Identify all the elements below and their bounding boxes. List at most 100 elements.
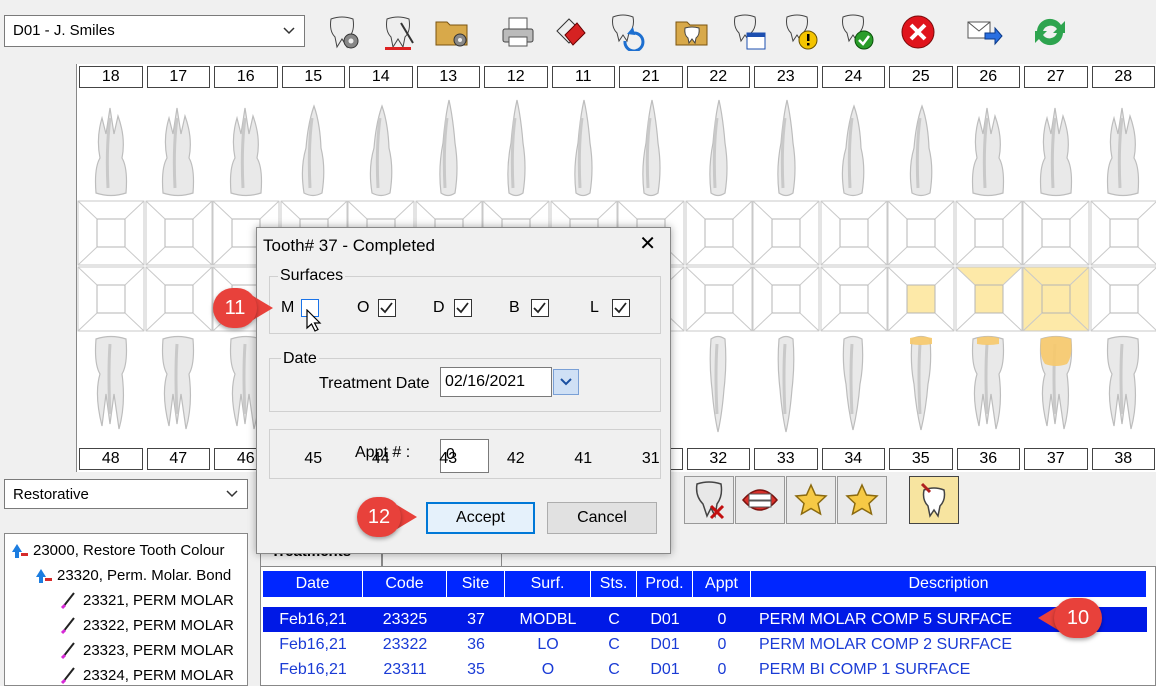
close-icon[interactable]: ✕ [639, 234, 656, 254]
surface-l-checkbox[interactable] [612, 299, 630, 317]
sync-arrows-button[interactable] [1028, 12, 1072, 52]
surface-cell-18[interactable] [77, 200, 145, 266]
tooth-number-13[interactable]: 13 [415, 64, 483, 90]
column-header-code[interactable]: Code [363, 571, 447, 597]
tooth-calendar-button[interactable] [726, 12, 770, 52]
surface-cell-32[interactable] [685, 266, 752, 332]
tooth-13[interactable] [415, 90, 483, 198]
table-row[interactable]: Feb16,21 23325 37 MODBL C D01 0 PERM MOLAR COMP… [262, 606, 1148, 633]
tooth-number-33[interactable]: 33 [752, 446, 820, 472]
surface-cell-27[interactable] [1022, 200, 1090, 266]
column-header-date[interactable]: Date [263, 571, 363, 597]
tooth-33[interactable] [752, 332, 820, 436]
accept-button[interactable]: Accept [426, 502, 535, 534]
tooth-warning-button[interactable] [778, 12, 822, 52]
tooth-12[interactable] [482, 90, 550, 198]
provider-select[interactable]: D01 - J. Smiles [4, 15, 305, 47]
favorite-button[interactable] [786, 476, 836, 524]
category-select[interactable]: Restorative [4, 479, 248, 509]
tooth-37[interactable] [1022, 332, 1090, 436]
tooth-47[interactable] [145, 332, 213, 436]
tooth-refresh-button[interactable] [604, 12, 648, 52]
surface-cell-23[interactable] [752, 200, 820, 266]
tree-item[interactable]: 23321, PERM MOLAR [59, 588, 234, 612]
edit-tooth-button[interactable] [909, 476, 959, 524]
surface-cell-35[interactable] [887, 266, 955, 332]
tooth-number-35[interactable]: 35 [887, 446, 955, 472]
tree-item[interactable]: 23322, PERM MOLAR [59, 613, 234, 637]
tree-item[interactable]: 23320, Perm. Molar. Bond [33, 563, 231, 587]
tooth-number-25[interactable]: 25 [887, 64, 955, 90]
surface-o-checkbox[interactable] [378, 299, 396, 317]
tooth-number-28[interactable]: 28 [1090, 64, 1156, 90]
remove-tooth-button[interactable] [684, 476, 734, 524]
tooth-35[interactable] [887, 332, 955, 436]
tooth-number-32[interactable]: 32 [685, 446, 753, 472]
procedure-tree[interactable]: 23000, Restore Tooth Colour 23320, Perm.… [4, 533, 248, 686]
column-header-sts[interactable]: Sts. [591, 571, 637, 597]
tooth-36[interactable] [955, 332, 1023, 436]
tooth-27[interactable] [1022, 90, 1090, 198]
tooth-number-16[interactable]: 16 [212, 64, 280, 90]
treatment-date-input[interactable]: 02/16/2021 [440, 367, 552, 397]
tooth-number-11[interactable]: 11 [550, 64, 618, 90]
tooth-number-47[interactable]: 47 [145, 446, 213, 472]
tooth-21[interactable] [617, 90, 685, 198]
tree-item[interactable]: 23000, Restore Tooth Colour [9, 538, 225, 562]
tooth-number-24[interactable]: 24 [820, 64, 888, 90]
tooth-16[interactable] [212, 90, 280, 198]
tooth-number-14[interactable]: 14 [347, 64, 415, 90]
tooth-number-18[interactable]: 18 [77, 64, 145, 90]
close-circle-button[interactable] [896, 12, 940, 52]
tooth-number-27[interactable]: 27 [1022, 64, 1090, 90]
tooth-number-37[interactable]: 37 [1022, 446, 1090, 472]
tooth-number-34[interactable]: 34 [820, 446, 888, 472]
tooth-number-23[interactable]: 23 [752, 64, 820, 90]
tooth-34[interactable] [820, 332, 888, 436]
tooth-number-36[interactable]: 36 [955, 446, 1023, 472]
tooth-11[interactable] [550, 90, 618, 198]
surface-cell-22[interactable] [685, 200, 752, 266]
tooth-14[interactable] [347, 90, 415, 198]
tooth-number-21[interactable]: 21 [617, 64, 685, 90]
tooth-23[interactable] [752, 90, 820, 198]
tooth-15[interactable] [280, 90, 348, 198]
treatments-grid[interactable]: Date Code Site Surf. Sts. Prod. Appt Descriptio… [260, 566, 1156, 686]
tooth-18[interactable] [77, 90, 145, 198]
surface-cell-28[interactable] [1090, 200, 1156, 266]
send-mail-button[interactable] [962, 12, 1006, 52]
tooth-number-48[interactable]: 48 [77, 446, 145, 472]
surface-cell-36[interactable] [955, 266, 1022, 332]
tooth-24[interactable] [820, 90, 888, 198]
tooth-28[interactable] [1090, 90, 1156, 198]
tooth-number-12[interactable]: 12 [482, 64, 550, 90]
column-header-desc[interactable]: Description [751, 571, 1147, 597]
surface-cell-34[interactable] [820, 266, 887, 332]
denture-button[interactable] [735, 476, 785, 524]
tooth-number-38[interactable]: 38 [1090, 446, 1156, 472]
tooth-folder-button[interactable] [670, 12, 714, 52]
paint-fill-button[interactable] [548, 12, 592, 52]
favorite-button-2[interactable] [837, 476, 887, 524]
surface-d-checkbox[interactable] [454, 299, 472, 317]
surface-cell-38[interactable] [1090, 266, 1156, 332]
tooth-48[interactable] [77, 332, 145, 436]
tooth-25[interactable] [887, 90, 955, 198]
tooth-check-button[interactable] [834, 12, 878, 52]
surface-cell-37[interactable] [1022, 266, 1090, 332]
cancel-button[interactable]: Cancel [547, 502, 657, 534]
table-row[interactable]: Feb16,21 23311 35 O C D01 0 PERM BI COMP 1 SURF… [263, 657, 1147, 682]
tooth-number-17[interactable]: 17 [145, 64, 213, 90]
tooth-number-15[interactable]: 15 [280, 64, 348, 90]
surface-b-checkbox[interactable] [531, 299, 549, 317]
tooth-draw-button[interactable] [376, 12, 420, 52]
column-header-surf[interactable]: Surf. [505, 571, 591, 597]
surface-cell-48[interactable] [77, 266, 145, 332]
printer-button[interactable] [496, 12, 540, 52]
surface-cell-17[interactable] [145, 200, 212, 266]
column-header-site[interactable]: Site [447, 571, 505, 597]
tooth-number-26[interactable]: 26 [955, 64, 1023, 90]
tree-item[interactable]: 23324, PERM MOLAR [59, 663, 234, 685]
tooth-22[interactable] [685, 90, 753, 198]
date-picker-button[interactable] [553, 369, 579, 395]
